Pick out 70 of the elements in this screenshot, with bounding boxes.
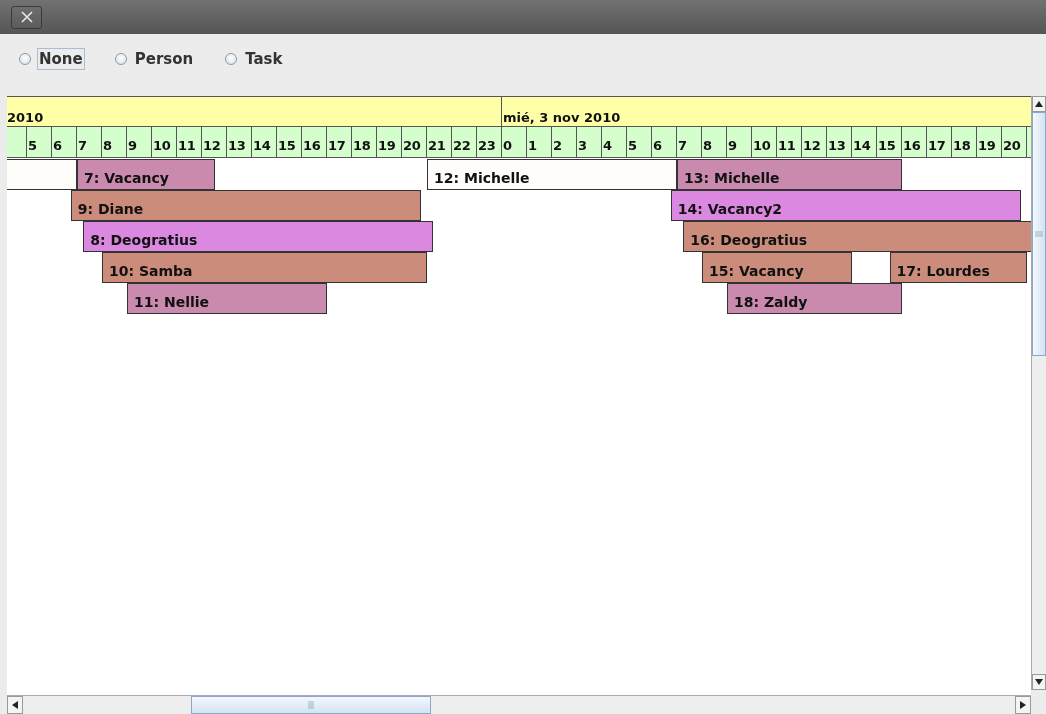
task-bar[interactable]: 14: Vacancy2 — [670, 190, 1021, 221]
task-bar[interactable]: 7: Vacancy — [77, 159, 215, 190]
hour-cell: 9 — [127, 127, 152, 157]
hour-cell: 22 — [452, 127, 477, 157]
hour-cell: 6 — [652, 127, 677, 157]
hour-cell: 5 — [27, 127, 52, 157]
hour-cell: 3 — [577, 127, 602, 157]
task-bar[interactable]: 10: Samba — [102, 252, 427, 283]
hour-cell: 13 — [827, 127, 852, 157]
hour-cell: 20 — [402, 127, 427, 157]
scroll-right-button[interactable] — [1015, 696, 1031, 714]
radio-option[interactable]: Person — [114, 48, 196, 70]
hour-cell: 23 — [477, 127, 502, 157]
hour-cell: 16 — [302, 127, 327, 157]
hour-cell: 8 — [702, 127, 727, 157]
hour-cell: 11 — [777, 127, 802, 157]
hour-cell: 14 — [852, 127, 877, 157]
hour-cell: 7 — [677, 127, 702, 157]
hour-cell: 21 — [427, 127, 452, 157]
hour-cell: 7 — [77, 127, 102, 157]
task-bar[interactable]: 12: Michelle — [427, 159, 677, 190]
down-arrow-icon — [1035, 679, 1043, 685]
day-header: 2010 — [7, 97, 502, 127]
hour-cell: 15 — [277, 127, 302, 157]
hour-cell: 2 — [552, 127, 577, 157]
task-bar[interactable]: 18: Zaldy — [727, 283, 902, 314]
hour-cell: 19 — [377, 127, 402, 157]
hour-cell: 14 — [252, 127, 277, 157]
task-bar[interactable]: 16: Deogratius — [683, 221, 1031, 252]
hour-cell: 1 — [527, 127, 552, 157]
hour-cell: 12 — [802, 127, 827, 157]
task-bar[interactable]: 13: Michelle — [677, 159, 902, 190]
scroll-thumb[interactable] — [1032, 112, 1046, 356]
day-header: mié, 3 nov 2010 — [502, 97, 1031, 127]
hour-cell: 17 — [327, 127, 352, 157]
task-bar[interactable]: 8: Deogratius — [83, 221, 434, 252]
hour-cell: 13 — [227, 127, 252, 157]
hour-cell: 19 — [977, 127, 1002, 157]
scroll-up-button[interactable] — [1032, 96, 1046, 112]
close-button[interactable] — [11, 5, 42, 29]
close-icon — [20, 11, 33, 23]
hour-cell: 12 — [202, 127, 227, 157]
task-bar[interactable]: 11: Nellie — [127, 283, 327, 314]
hour-cell: 18 — [352, 127, 377, 157]
scroll-left-button[interactable] — [7, 696, 23, 714]
hour-cell: 20 — [1002, 127, 1027, 157]
hour-cell: 11 — [177, 127, 202, 157]
hour-cell: 5 — [627, 127, 652, 157]
task-bar[interactable]: 9: Diane — [70, 190, 421, 221]
hour-cell: 4 — [602, 127, 627, 157]
hour-cell: 18 — [952, 127, 977, 157]
hour-cell: 10 — [752, 127, 777, 157]
scroll-thumb[interactable] — [191, 696, 431, 714]
right-arrow-icon — [1020, 701, 1026, 709]
hour-cell: 15 — [877, 127, 902, 157]
hour-cell: 17 — [927, 127, 952, 157]
scroll-down-button[interactable] — [1032, 674, 1046, 690]
horizontal-scrollbar[interactable] — [7, 695, 1031, 714]
hour-cell: 16 — [902, 127, 927, 157]
radio-option[interactable]: Task — [225, 48, 285, 70]
hour-cell: 9 — [727, 127, 752, 157]
hour-cell: 0 — [502, 127, 527, 157]
hour-cell: 8 — [102, 127, 127, 157]
task-bar[interactable]: 15: Vacancy — [702, 252, 852, 283]
vertical-scrollbar[interactable] — [1031, 96, 1046, 690]
left-arrow-icon — [12, 701, 18, 709]
up-arrow-icon — [1035, 101, 1043, 107]
task-bar[interactable]: 17: Lourdes — [889, 252, 1027, 283]
hour-cell: 10 — [152, 127, 177, 157]
hour-cell: 6 — [52, 127, 77, 157]
